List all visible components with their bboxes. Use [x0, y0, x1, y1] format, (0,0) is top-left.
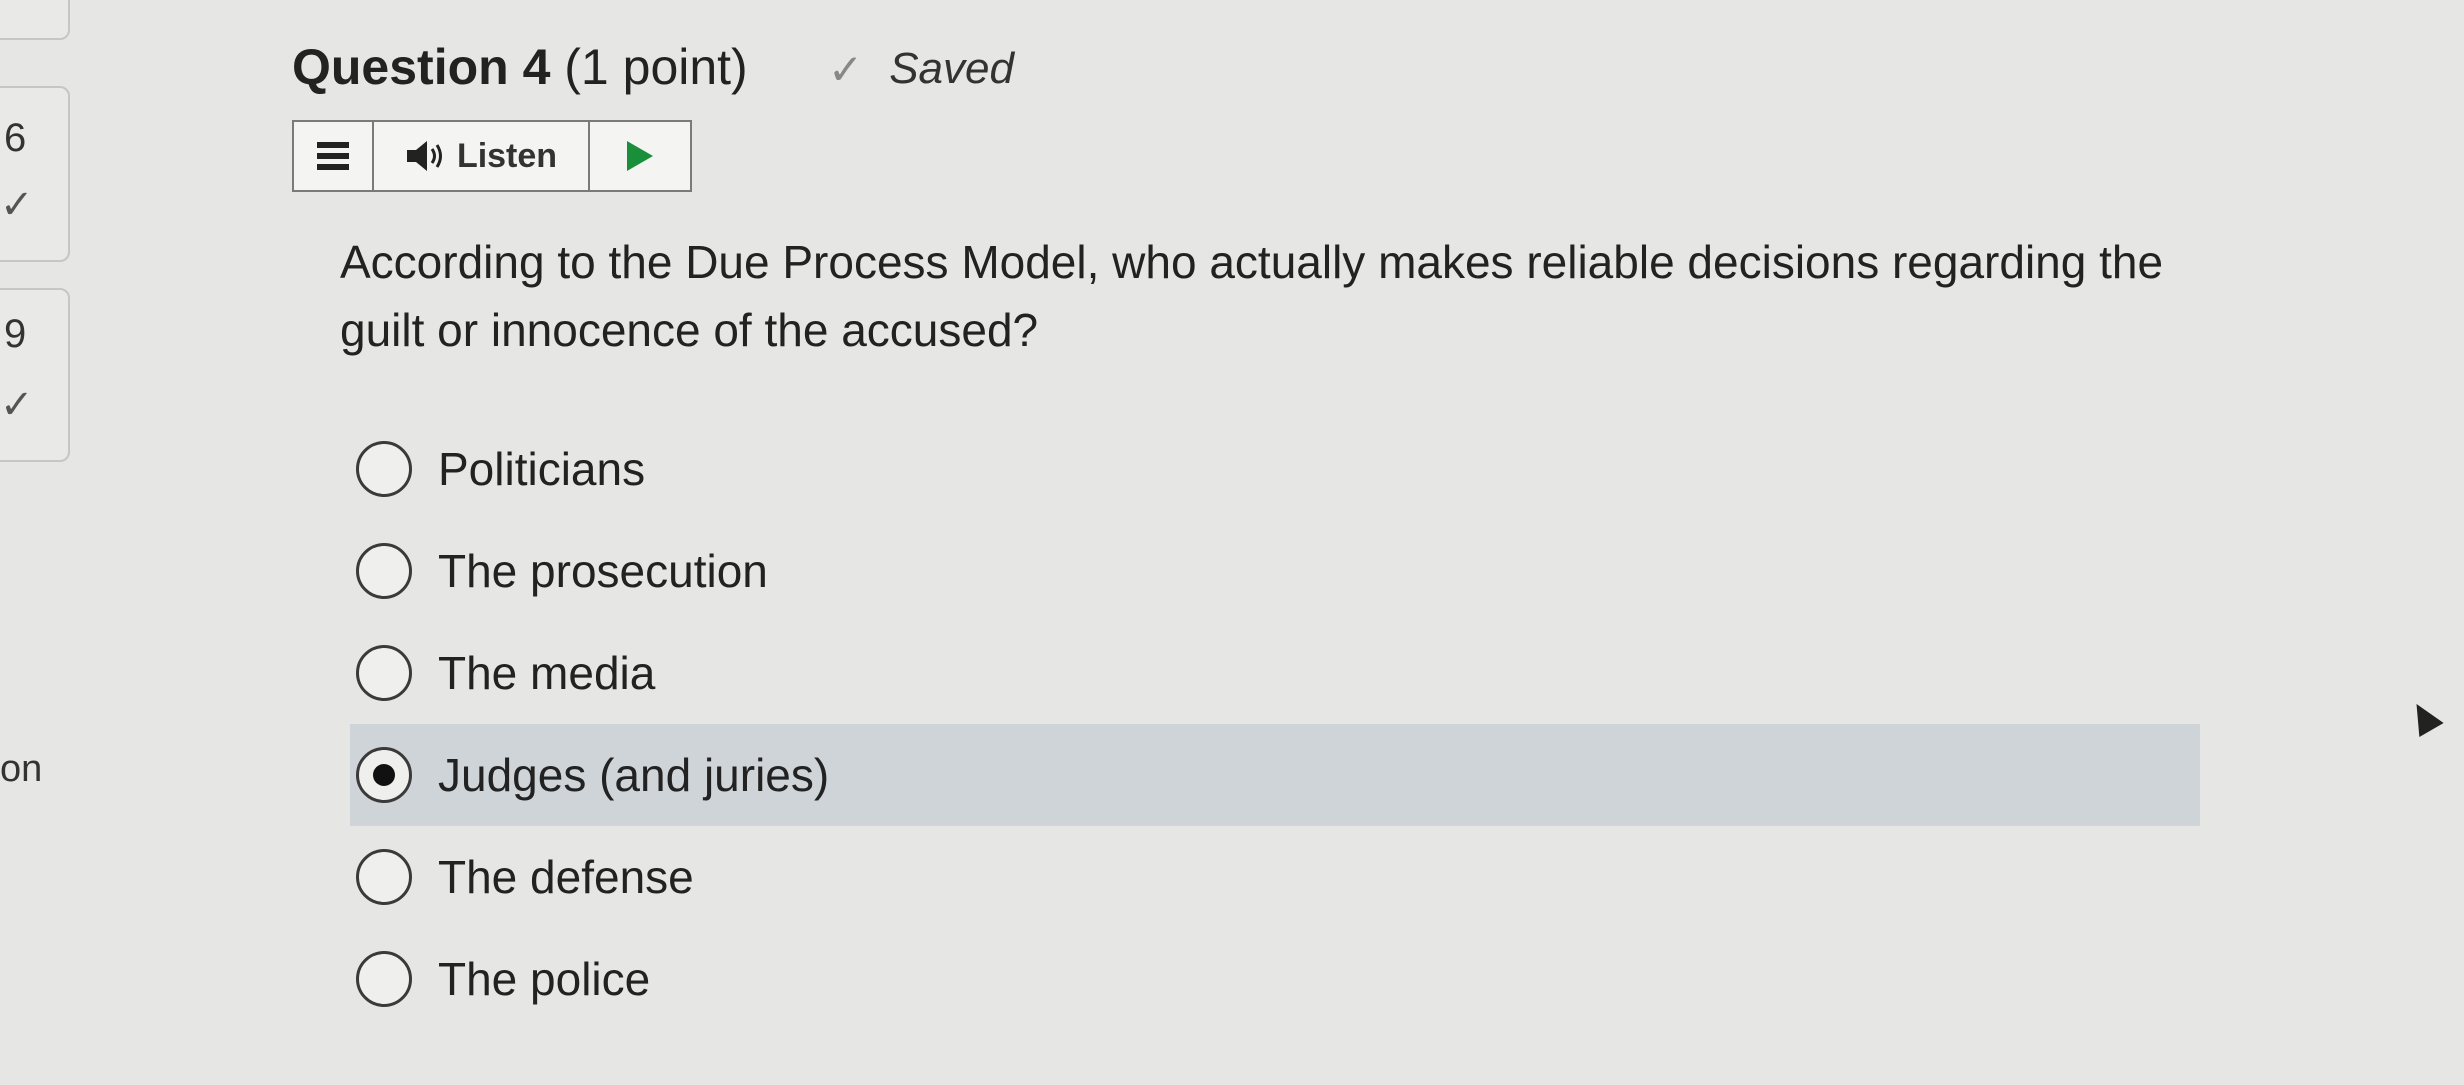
listen-toolbar: Listen — [292, 120, 692, 192]
question-nav-card-top[interactable] — [0, 0, 70, 40]
radio-selected-dot — [373, 764, 395, 786]
question-text: According to the Due Process Model, who … — [340, 236, 2164, 356]
radio-button[interactable] — [356, 951, 412, 1007]
radio-button[interactable] — [356, 543, 412, 599]
sidebar-text-fragment: on — [0, 748, 43, 790]
listen-label: Listen — [456, 136, 558, 175]
option-the-police[interactable]: The police — [350, 928, 2200, 1030]
radio-button-selected[interactable] — [356, 747, 412, 803]
question-nav-card-9[interactable]: 9 ✓ — [0, 288, 70, 462]
question-nav-number: 6 — [4, 116, 27, 160]
listen-button[interactable]: Listen — [374, 122, 590, 190]
question-points: (1 point) — [564, 39, 748, 95]
answered-check-icon: ✓ — [0, 183, 34, 227]
radio-button[interactable] — [356, 645, 412, 701]
speaker-icon — [406, 141, 442, 171]
option-politicians[interactable]: Politicians — [350, 418, 2200, 520]
answered-check-icon: ✓ — [0, 383, 34, 427]
play-button[interactable] — [590, 122, 690, 190]
option-label: The defense — [438, 851, 694, 903]
option-the-defense[interactable]: The defense — [350, 826, 2200, 928]
question-number: Question 4 — [292, 39, 551, 95]
play-icon — [627, 141, 653, 171]
radio-button[interactable] — [356, 849, 412, 905]
check-icon: ✓ — [828, 45, 864, 93]
option-the-media[interactable]: The media — [350, 622, 2200, 724]
option-the-prosecution[interactable]: The prosecution — [350, 520, 2200, 622]
saved-label: Saved — [889, 44, 1014, 93]
option-label: Judges (and juries) — [438, 749, 830, 801]
answer-options: Politicians The prosecution The media Ju… — [350, 418, 2200, 1030]
option-label: The media — [438, 647, 656, 699]
option-label: Politicians — [438, 443, 646, 495]
radio-button[interactable] — [356, 441, 412, 497]
question-nav-number: 9 — [4, 312, 27, 356]
hamburger-menu-icon[interactable] — [294, 122, 374, 190]
option-label: The police — [438, 953, 651, 1005]
question-title: Question 4 (1 point) — [292, 38, 748, 96]
option-label: The prosecution — [438, 545, 768, 597]
saved-status: ✓ Saved — [828, 44, 1014, 94]
option-judges-and-juries[interactable]: Judges (and juries) — [350, 724, 2200, 826]
question-nav-card-6[interactable]: 6 ✓ — [0, 86, 70, 262]
mouse-cursor-icon — [2404, 697, 2444, 737]
